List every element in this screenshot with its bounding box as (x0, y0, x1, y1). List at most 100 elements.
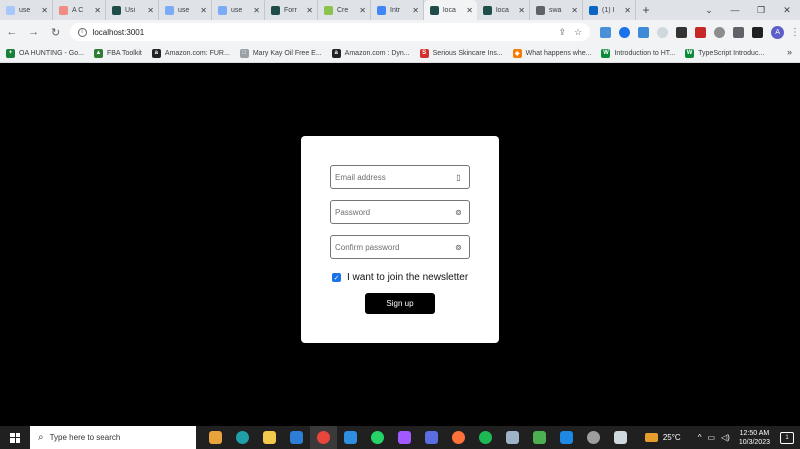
browser-tab[interactable]: loca ✕ (424, 0, 477, 20)
bookmark-item[interactable]: ◆ What happens whe... (512, 48, 592, 58)
bookmark-item[interactable]: S Serious Skincare Ins... (419, 48, 503, 58)
browser-tab[interactable]: (1) I ✕ (583, 0, 636, 20)
newsletter-label[interactable]: I want to join the newsletter (347, 272, 468, 283)
browser-tab[interactable]: swa ✕ (530, 0, 583, 20)
figma-icon[interactable] (391, 426, 418, 449)
password-key-icon[interactable]: ⊚ (454, 243, 463, 252)
extension-icon[interactable] (676, 26, 688, 38)
bookmark-item[interactable]: a Amazon.com: FUR... (151, 48, 230, 58)
extension-icon[interactable] (619, 26, 631, 38)
vscode-icon[interactable] (337, 426, 364, 449)
bookmark-item[interactable]: + OA HUNTING - Go... (6, 48, 84, 58)
back-icon[interactable]: ← (2, 22, 22, 42)
bookmark-item[interactable]: □ Mary Kay Oil Free E... (239, 48, 322, 58)
close-tab-icon[interactable]: ✕ (466, 6, 473, 15)
clock[interactable]: 12:50 AM 10/3/2023 (739, 429, 770, 447)
weather-widget[interactable]: 25°C (644, 433, 681, 442)
signup-button[interactable]: Sign up (365, 293, 435, 314)
bookmark-star-icon[interactable]: ☆ (574, 27, 582, 38)
confirm-password-field[interactable]: ⊚ (330, 235, 470, 259)
share-icon[interactable]: ⇪ (558, 27, 566, 38)
notes-icon[interactable] (607, 426, 634, 449)
email-field[interactable]: ▯ (330, 165, 470, 189)
extension-icon[interactable] (638, 26, 650, 38)
close-tab-icon[interactable]: ✕ (41, 6, 48, 15)
new-tab-button[interactable]: + (636, 0, 656, 20)
settings-gear-icon[interactable] (580, 426, 607, 449)
browser-toolbar: ← → ↻ i localhost:3001 ⇪ ☆ A ⋮ (0, 20, 800, 44)
close-tab-icon[interactable]: ✕ (359, 6, 366, 15)
remote-desktop-icon[interactable] (499, 426, 526, 449)
reload-icon[interactable]: ↻ (46, 22, 66, 42)
bookmark-item[interactable]: ▲ FBA Toolkit (93, 48, 142, 58)
newsletter-checkbox[interactable]: ✓ (332, 273, 341, 282)
browser-tab[interactable]: Forr ✕ (265, 0, 318, 20)
browser-tab[interactable]: A C ✕ (53, 0, 106, 20)
edge-icon[interactable] (229, 426, 256, 449)
password-field[interactable]: ⊚ (330, 200, 470, 224)
browser-tab[interactable]: loca ✕ (477, 0, 530, 20)
bookmark-item[interactable]: W Introduction to HT... (601, 48, 675, 58)
bookmark-item[interactable]: W TypeScript Introduc... (685, 48, 764, 58)
extension-icon[interactable] (657, 26, 669, 38)
confirm-password-input[interactable] (335, 242, 454, 252)
password-key-icon[interactable]: ⊚ (454, 208, 463, 217)
close-tab-icon[interactable]: ✕ (306, 6, 313, 15)
battery-icon[interactable]: ▭ (707, 433, 715, 442)
close-tab-icon[interactable]: ✕ (412, 6, 419, 15)
puzzle-icon[interactable] (733, 26, 745, 38)
task-view-icon[interactable] (202, 426, 229, 449)
tab-search-icon[interactable]: ⌄ (696, 0, 722, 20)
file-explorer-icon[interactable] (256, 426, 283, 449)
close-tab-icon[interactable]: ✕ (200, 6, 207, 15)
password-input[interactable] (335, 207, 454, 217)
restore-icon[interactable]: ❐ (748, 0, 774, 20)
bookmarks-overflow-icon[interactable]: » (787, 47, 792, 57)
close-tab-icon[interactable]: ✕ (147, 6, 154, 15)
close-tab-icon[interactable]: ✕ (571, 6, 578, 15)
volume-icon[interactable]: ◁) (721, 433, 730, 442)
chrome-icon[interactable] (310, 426, 337, 449)
extension-icon[interactable] (695, 26, 707, 38)
browser-tab[interactable]: Usi ✕ (106, 0, 159, 20)
email-input[interactable] (335, 172, 454, 182)
spotify-icon[interactable] (472, 426, 499, 449)
close-tab-icon[interactable]: ✕ (253, 6, 260, 15)
side-panel-icon[interactable] (752, 26, 764, 38)
address-url[interactable]: localhost:3001 (93, 28, 551, 37)
contact-card-icon: ▯ (456, 172, 461, 182)
mail-icon[interactable] (283, 426, 310, 449)
close-window-icon[interactable]: ✕ (774, 0, 800, 20)
bookmark-label: FBA Toolkit (106, 49, 142, 57)
firefox-icon[interactable] (445, 426, 472, 449)
browser-tab[interactable]: use ✕ (159, 0, 212, 20)
extension-icon[interactable] (714, 26, 726, 38)
minimize-icon[interactable]: — (722, 0, 748, 20)
forward-icon[interactable]: → (24, 22, 44, 42)
bookmark-label: What happens whe... (525, 49, 592, 57)
newsletter-checkbox-row[interactable]: ✓ I want to join the newsletter (332, 272, 468, 283)
bookmark-item[interactable]: a Amazon.com : Dyn... (331, 48, 410, 58)
extension-icon[interactable] (600, 26, 612, 38)
package-icon[interactable] (526, 426, 553, 449)
media-player-icon[interactable] (418, 426, 445, 449)
notification-icon[interactable]: 1 (780, 431, 794, 444)
browser-tab[interactable]: Intr ✕ (371, 0, 424, 20)
browser-tab[interactable]: use ✕ (0, 0, 53, 20)
close-tab-icon[interactable]: ✕ (518, 6, 525, 15)
site-info-icon[interactable]: i (77, 27, 87, 37)
tab-title: use (19, 6, 31, 14)
browser-tab[interactable]: Cre ✕ (318, 0, 371, 20)
menu-kebab-icon[interactable]: ⋮ (790, 27, 800, 38)
browser-tab[interactable]: use ✕ (212, 0, 265, 20)
close-tab-icon[interactable]: ✕ (624, 6, 631, 15)
profile-avatar[interactable]: A (771, 25, 784, 39)
address-bar[interactable]: i localhost:3001 ⇪ ☆ (69, 23, 591, 41)
taskbar-search[interactable]: ⌕ Type here to search (30, 426, 196, 449)
close-tab-icon[interactable]: ✕ (94, 6, 101, 15)
start-button[interactable] (0, 426, 30, 449)
photos-icon[interactable] (553, 426, 580, 449)
whatsapp-icon[interactable] (364, 426, 391, 449)
chevron-up-icon[interactable]: ^ (698, 433, 702, 442)
tab-favicon-icon (483, 5, 492, 15)
